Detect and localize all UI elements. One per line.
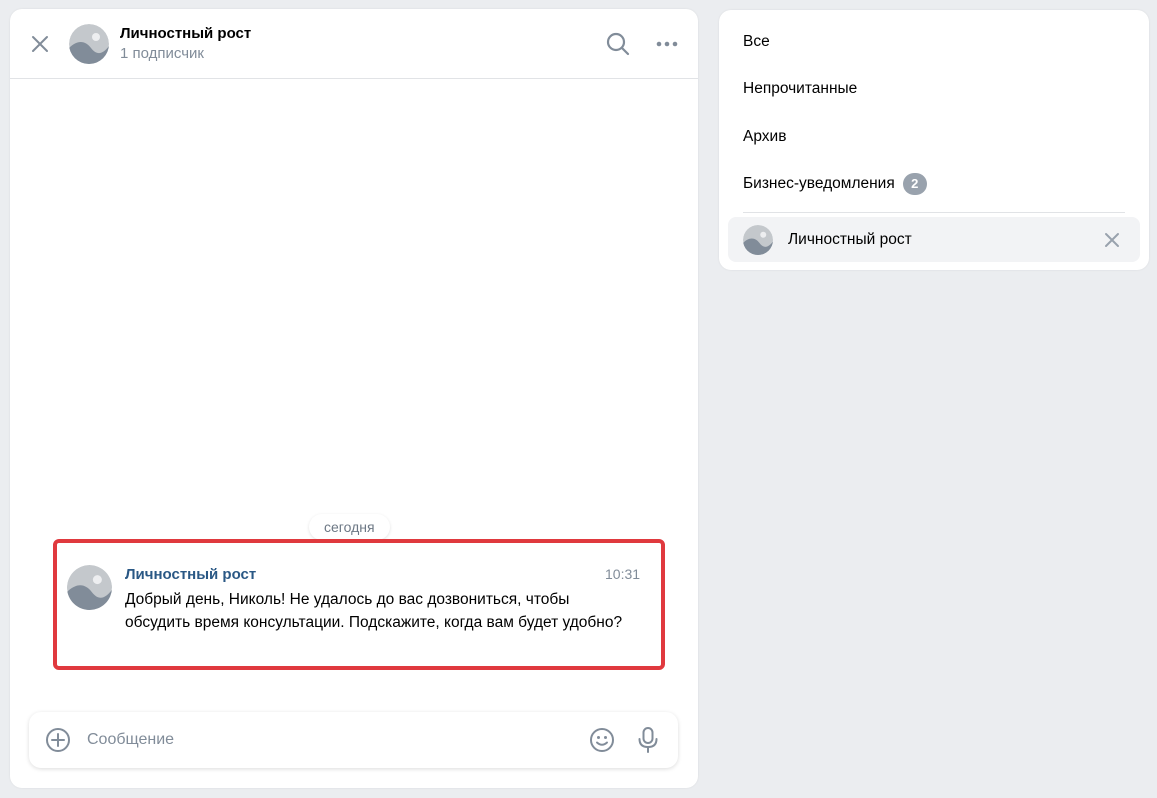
message-input[interactable] — [87, 726, 567, 754]
chat-title[interactable]: Личностный рост — [120, 25, 251, 42]
filter-archive[interactable]: Архив — [743, 128, 786, 146]
message-author[interactable]: Личностный рост — [125, 566, 256, 583]
attach-icon[interactable] — [45, 727, 71, 753]
chat-header: Личностный рост 1 подписчик — [10, 9, 698, 79]
avatar[interactable] — [69, 24, 109, 64]
filter-business-notifications[interactable]: Бизнес-уведомления 2 — [743, 173, 927, 195]
message-time: 10:31 — [605, 566, 641, 582]
message-item[interactable]: Личностный рост 10:31 Добрый день, Никол… — [53, 539, 665, 670]
divider — [743, 212, 1125, 213]
close-icon[interactable] — [28, 32, 52, 56]
more-icon[interactable] — [654, 31, 680, 57]
chat-panel: Личностный рост 1 подписчик сегодня Личн… — [10, 9, 698, 788]
avatar — [743, 225, 773, 255]
filter-label: Бизнес-уведомления — [743, 175, 895, 193]
emoji-icon[interactable] — [589, 727, 615, 753]
chat-filters-panel: Все Непрочитанные Архив Бизнес-уведомлен… — [719, 10, 1149, 270]
selected-folder-item[interactable]: Личностный рост — [728, 217, 1140, 262]
folder-label: Личностный рост — [788, 231, 912, 248]
date-separator: сегодня — [309, 514, 390, 540]
message-composer — [29, 712, 678, 768]
subscriber-count: 1 подписчик — [120, 45, 204, 62]
avatar[interactable] — [67, 565, 112, 610]
filter-unread[interactable]: Непрочитанные — [743, 80, 857, 98]
close-icon[interactable] — [1102, 230, 1122, 250]
filter-all[interactable]: Все — [743, 33, 770, 51]
message-text: Добрый день, Николь! Не удалось до вас д… — [125, 591, 623, 631]
mic-icon[interactable] — [635, 726, 661, 754]
unread-badge: 2 — [902, 173, 927, 195]
search-icon[interactable] — [605, 31, 631, 57]
